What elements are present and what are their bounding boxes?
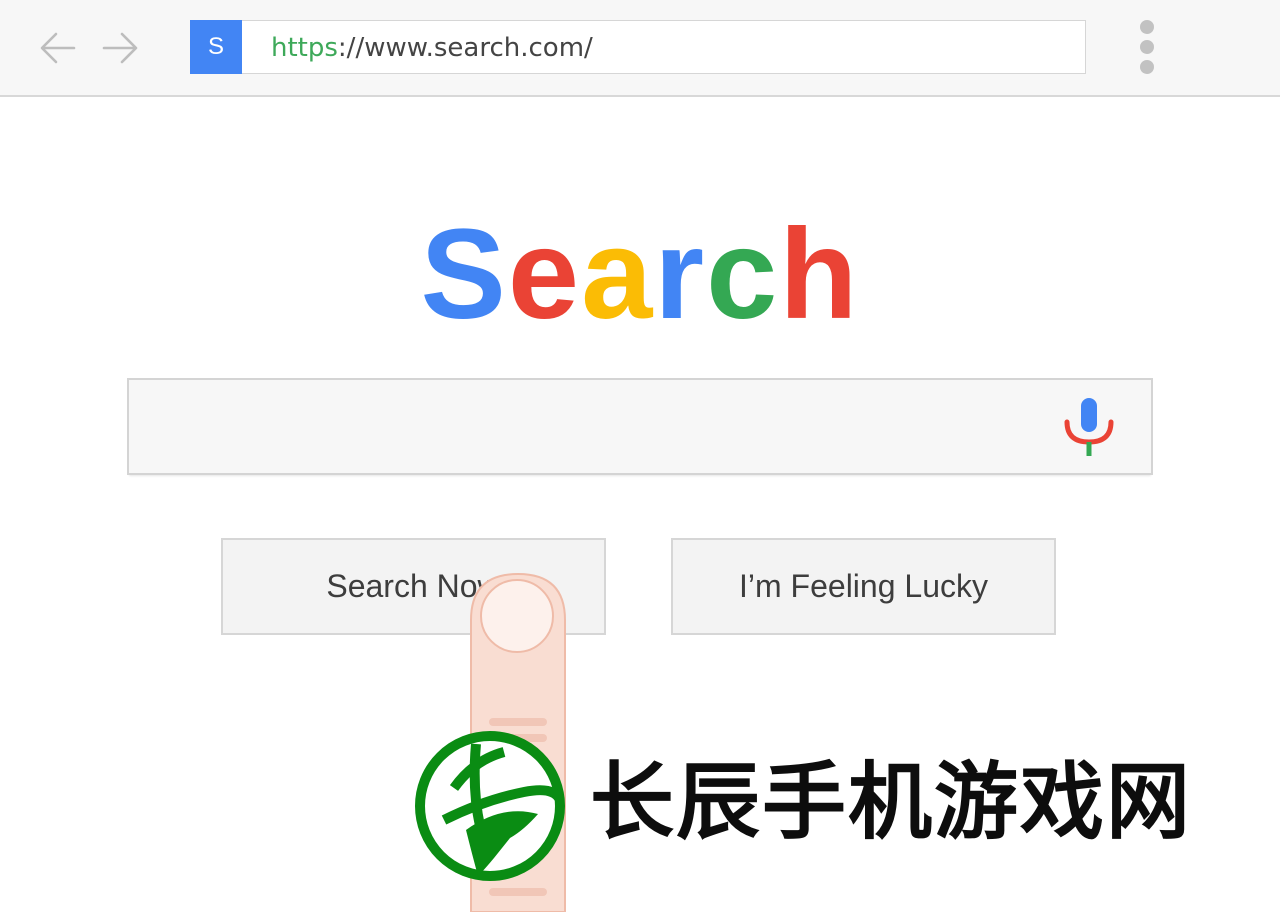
favicon-letter: S [207, 33, 224, 60]
arrow-right-icon[interactable] [100, 28, 140, 68]
logo-letter: h [779, 203, 860, 346]
search-input[interactable] [149, 398, 1033, 456]
site-logo-icon [414, 730, 566, 882]
logo-letter: r [654, 203, 707, 346]
site-favicon: S [190, 20, 242, 74]
url-scheme: https [271, 33, 338, 63]
feeling-lucky-button[interactable]: I’m Feeling Lucky [671, 538, 1056, 635]
url-text[interactable]: https://www.search.com/ [271, 33, 593, 63]
microphone-icon[interactable] [1059, 394, 1119, 460]
address-bar[interactable]: S https://www.search.com/ [190, 20, 1086, 74]
logo-letter: e [507, 203, 582, 346]
logo-letter: a [581, 203, 655, 346]
search-logo: Search [0, 205, 1280, 345]
url-path: ://www.search.com/ [337, 33, 593, 63]
logo-letter: c [706, 203, 780, 346]
browser-toolbar: S https://www.search.com/ [0, 0, 1280, 97]
arrow-left-icon[interactable] [38, 28, 78, 68]
logo-letter: S [420, 203, 508, 346]
watermark-text: 长辰手机游戏网 [590, 753, 1193, 851]
search-box[interactable] [127, 378, 1153, 475]
more-vertical-icon[interactable] [1134, 20, 1160, 76]
